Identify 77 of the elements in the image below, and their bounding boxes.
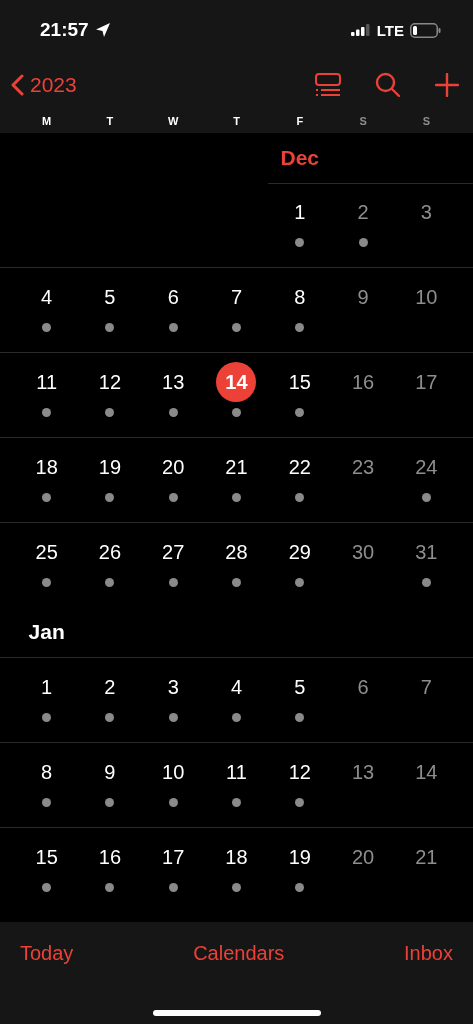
chevron-left-icon — [10, 74, 24, 96]
day-number[interactable]: 22 — [279, 447, 320, 487]
day-number[interactable]: 18 — [216, 837, 257, 877]
day-number[interactable]: 7 — [216, 277, 257, 317]
month-title: Jan — [28, 620, 65, 644]
month-title: Dec — [280, 146, 320, 170]
day-number[interactable]: 21 — [406, 837, 447, 877]
day-number[interactable]: 2 — [343, 192, 384, 232]
weekday-label: F — [296, 114, 304, 129]
day-number[interactable]: 30 — [343, 532, 384, 572]
day-number[interactable]: 8 — [279, 277, 320, 317]
day-number[interactable]: 1 — [26, 667, 67, 707]
day-number[interactable]: 15 — [279, 362, 320, 402]
day-number[interactable]: 16 — [343, 362, 384, 402]
day-number[interactable]: 27 — [153, 532, 194, 572]
day-number[interactable]: 17 — [406, 362, 447, 402]
status-time: 21:57 — [40, 19, 89, 41]
list-icon — [315, 73, 341, 97]
day-number[interactable]: 24 — [406, 447, 447, 487]
day-number[interactable]: 15 — [26, 837, 67, 877]
day-number[interactable]: 26 — [89, 532, 130, 572]
day-number[interactable]: 31 — [406, 532, 447, 572]
location-arrow-icon — [94, 22, 111, 38]
day-number[interactable]: 28 — [216, 532, 257, 572]
day-number[interactable]: 14 — [406, 752, 447, 792]
search-button[interactable] — [375, 72, 401, 98]
add-button[interactable] — [435, 73, 459, 97]
day-number[interactable]: 25 — [26, 532, 67, 572]
day-number[interactable]: 29 — [279, 532, 320, 572]
weekday-label: M — [42, 114, 52, 129]
day-number[interactable]: 21 — [216, 447, 257, 487]
day-number[interactable]: 12 — [279, 752, 320, 792]
weekday-label: T — [233, 114, 240, 129]
day-number[interactable]: 12 — [89, 362, 130, 402]
day-number[interactable]: 10 — [406, 277, 447, 317]
network-label: LTE — [376, 21, 404, 39]
list-view-button[interactable] — [315, 73, 341, 97]
day-number[interactable]: 18 — [26, 447, 67, 487]
day-number[interactable]: 2 — [89, 667, 130, 707]
day-number[interactable]: 7 — [406, 667, 447, 707]
tab-bar-link[interactable]: Inbox — [404, 942, 453, 968]
day-number[interactable]: 19 — [89, 447, 130, 487]
weekday-label: W — [168, 114, 179, 129]
day-number[interactable]: 17 — [153, 837, 194, 877]
today-date[interactable]: 14 — [216, 362, 257, 402]
day-number[interactable]: 11 — [216, 752, 257, 792]
day-number[interactable]: 20 — [343, 837, 384, 877]
day-number[interactable]: 16 — [89, 837, 130, 877]
tab-bar-link[interactable]: Calendars — [193, 942, 285, 968]
day-number[interactable]: 9 — [343, 277, 384, 317]
day-number[interactable]: 11 — [26, 362, 67, 402]
day-number[interactable]: 4 — [216, 667, 257, 707]
day-number[interactable]: 5 — [279, 667, 320, 707]
day-number[interactable]: 4 — [26, 277, 67, 317]
day-number[interactable]: 1 — [279, 192, 320, 232]
battery-icon — [410, 22, 441, 38]
back-link[interactable]: 2023 — [10, 73, 77, 97]
tab-bar-link[interactable]: Today — [20, 942, 74, 968]
day-number[interactable]: 6 — [343, 667, 384, 707]
search-icon — [375, 72, 401, 98]
day-number[interactable]: 19 — [279, 837, 320, 877]
signal-icon — [350, 24, 371, 36]
day-number[interactable]: 10 — [153, 752, 194, 792]
weekday-label: S — [422, 114, 430, 129]
weekday-label: T — [106, 114, 114, 129]
day-number[interactable]: 13 — [153, 362, 194, 402]
day-number[interactable]: 3 — [153, 667, 194, 707]
day-number[interactable]: 13 — [343, 752, 384, 792]
day-number[interactable]: 5 — [89, 277, 130, 317]
day-number[interactable]: 9 — [89, 752, 130, 792]
day-number[interactable]: 23 — [343, 447, 384, 487]
day-number[interactable]: 6 — [153, 277, 194, 317]
day-number[interactable]: 3 — [406, 192, 447, 232]
day-number[interactable]: 20 — [153, 447, 194, 487]
weekday-label: S — [359, 114, 367, 129]
day-number[interactable]: 8 — [26, 752, 67, 792]
plus-icon — [435, 73, 459, 97]
